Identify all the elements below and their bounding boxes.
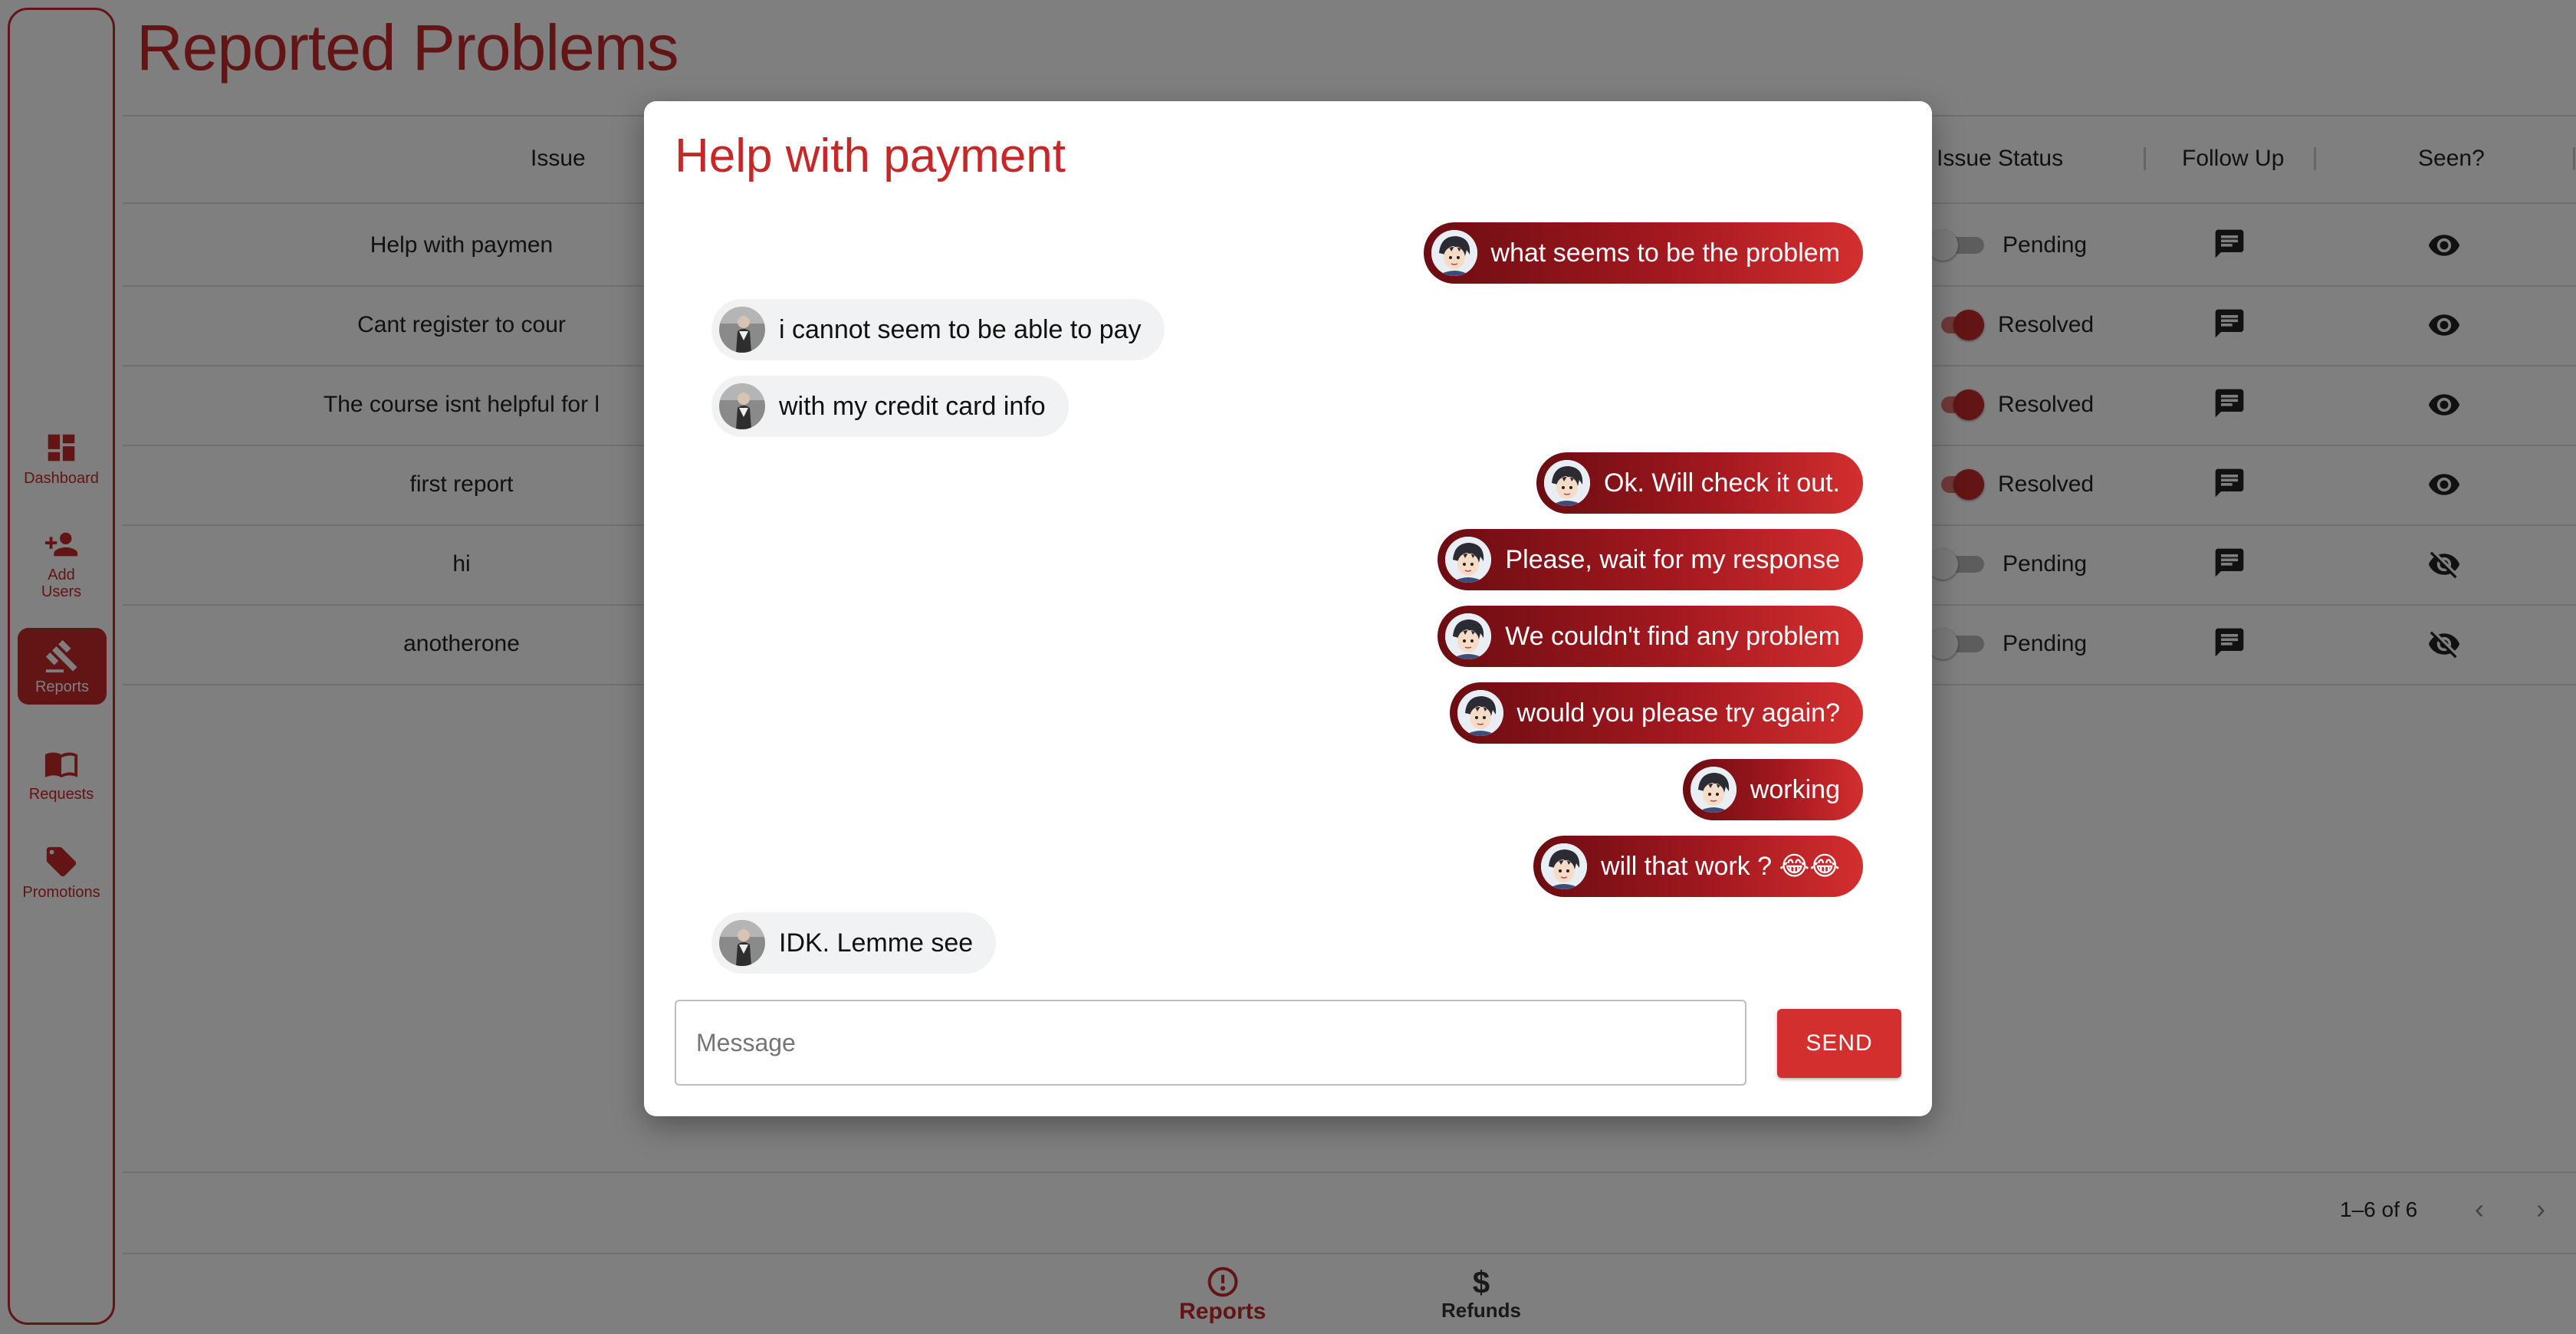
avatar [1445, 537, 1492, 583]
avatar [1431, 230, 1477, 276]
message-text: IDK. Lemme see [779, 928, 974, 958]
message-text: We couldn't find any problem [1505, 621, 1840, 651]
message-input[interactable] [675, 1000, 1746, 1086]
avatar [1541, 843, 1588, 889]
avatar [1544, 460, 1591, 506]
message-bubble-received: with my credit card info [711, 376, 1069, 437]
message-text: what seems to be the problem [1490, 238, 1840, 268]
message-bubble-sent: Ok. Will check it out. [1536, 452, 1863, 514]
send-button[interactable]: SEND [1777, 1009, 1901, 1078]
message-bubble-sent: will that work ? 😂😂 [1533, 836, 1863, 897]
message-bubble-sent: We couldn't find any problem [1438, 606, 1863, 667]
message-bubble-sent: what seems to be the problem [1423, 222, 1863, 284]
message-text: working [1750, 774, 1840, 804]
chat-dialog: Help with payment what seems to be the p… [644, 101, 1932, 1116]
message-text: Please, wait for my response [1505, 544, 1840, 574]
message-bubble-sent: Please, wait for my response [1438, 529, 1863, 590]
message-text: i cannot seem to be able to pay [779, 314, 1142, 344]
message-bubble-sent: working [1682, 759, 1863, 820]
message-text: will that work ? 😂😂 [1601, 852, 1840, 881]
message-text: Ok. Will check it out. [1604, 468, 1840, 498]
avatar [719, 383, 765, 429]
avatar [719, 920, 765, 966]
avatar [1690, 767, 1737, 813]
message-text: with my credit card info [779, 391, 1046, 421]
message-bubble-received: IDK. Lemme see [711, 912, 997, 974]
message-bubble-sent: would you please try again? [1449, 682, 1863, 744]
avatar [1445, 613, 1492, 659]
message-text: would you please try again? [1516, 698, 1841, 728]
dialog-title: Help with payment [675, 130, 1066, 182]
avatar [1457, 690, 1503, 736]
message-bubble-received: i cannot seem to be able to pay [711, 299, 1165, 360]
avatar [719, 307, 765, 353]
